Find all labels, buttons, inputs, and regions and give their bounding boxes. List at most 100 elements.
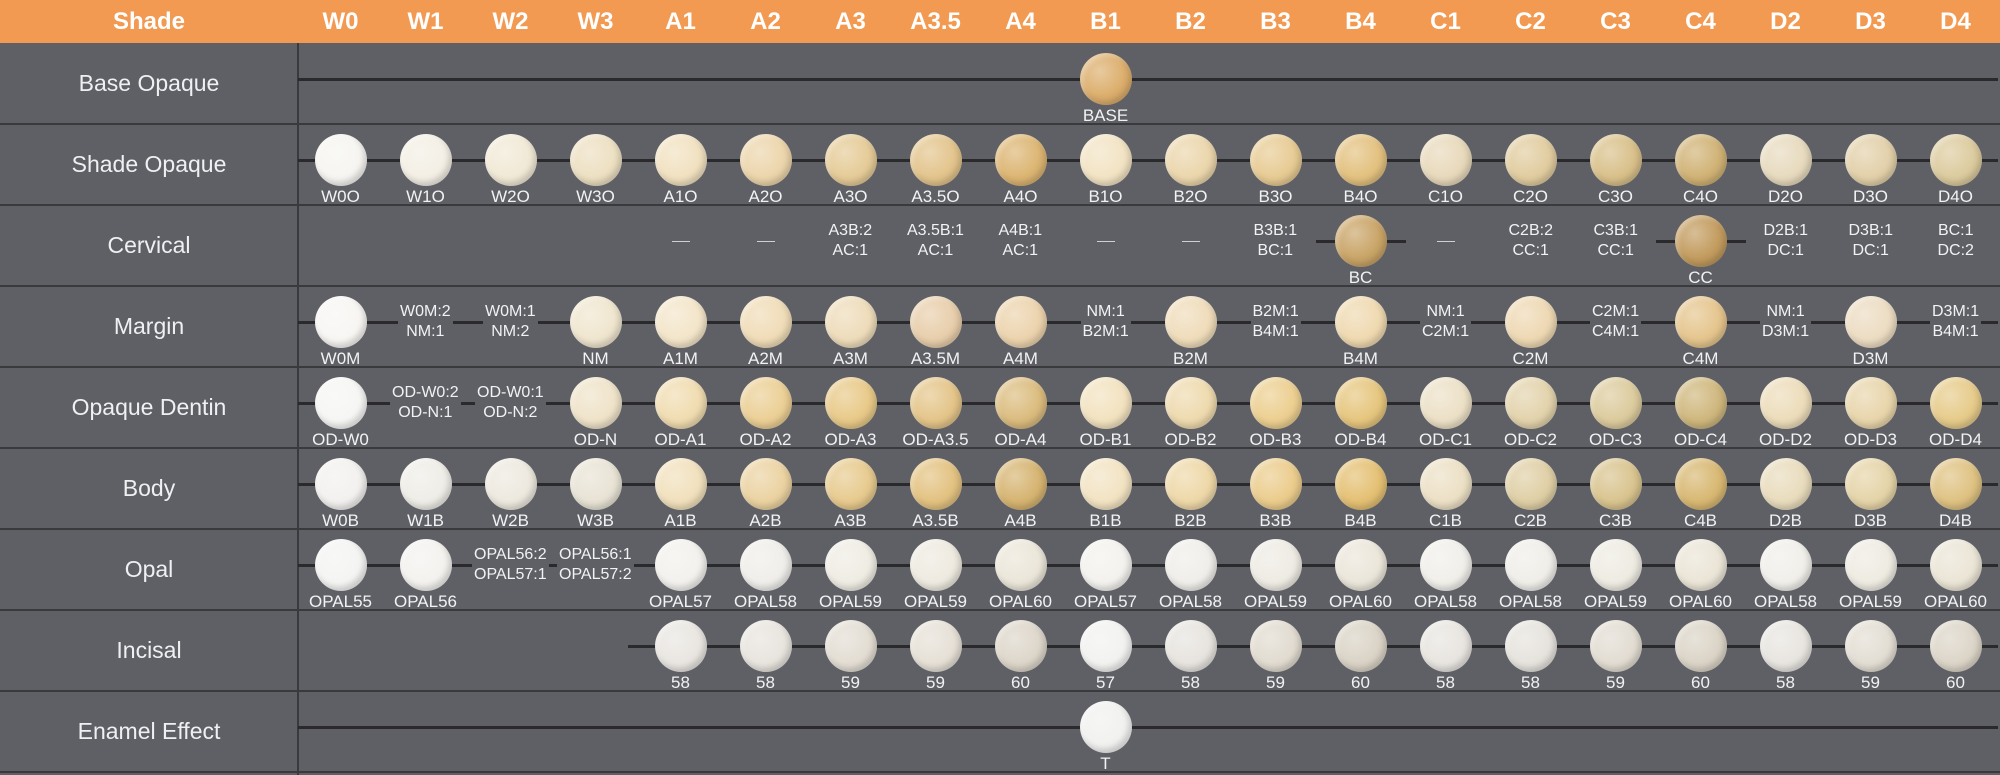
- shade-disc-od-b2[interactable]: [1164, 376, 1217, 429]
- shade-disc-od-b3[interactable]: [1249, 376, 1302, 429]
- shade-disc-d4b[interactable]: [1929, 457, 1982, 510]
- shade-disc-a2b[interactable]: [739, 457, 792, 510]
- shade-disc-c3b[interactable]: [1589, 457, 1642, 510]
- shade-disc-58[interactable]: [1419, 619, 1472, 672]
- shade-disc-59[interactable]: [909, 619, 962, 672]
- shade-disc-w0m[interactable]: [314, 295, 367, 348]
- shade-disc-od-c3[interactable]: [1589, 376, 1642, 429]
- shade-disc-w1b[interactable]: [399, 457, 452, 510]
- shade-disc-od-a3-5[interactable]: [909, 376, 962, 429]
- shade-disc-od-b1[interactable]: [1079, 376, 1132, 429]
- shade-disc-opal57[interactable]: [1079, 538, 1132, 591]
- shade-disc-c1b[interactable]: [1419, 457, 1472, 510]
- shade-disc-opal59[interactable]: [1249, 538, 1302, 591]
- shade-disc-t[interactable]: [1079, 700, 1132, 753]
- shade-disc-w1o[interactable]: [399, 133, 452, 186]
- shade-disc-c3o[interactable]: [1589, 133, 1642, 186]
- shade-disc-a3-5m[interactable]: [909, 295, 962, 348]
- shade-disc-c1o[interactable]: [1419, 133, 1472, 186]
- shade-disc-od-a1[interactable]: [654, 376, 707, 429]
- shade-disc-opal59[interactable]: [909, 538, 962, 591]
- shade-disc-opal60[interactable]: [1929, 538, 1982, 591]
- shade-disc-b2b[interactable]: [1164, 457, 1217, 510]
- shade-disc-cc[interactable]: [1674, 214, 1727, 267]
- shade-disc-d2o[interactable]: [1759, 133, 1812, 186]
- shade-disc-od-a4[interactable]: [994, 376, 1047, 429]
- shade-disc-d4o[interactable]: [1929, 133, 1982, 186]
- shade-disc-w0o[interactable]: [314, 133, 367, 186]
- shade-disc-od-c2[interactable]: [1504, 376, 1557, 429]
- shade-disc-od-a2[interactable]: [739, 376, 792, 429]
- shade-disc-bc[interactable]: [1334, 214, 1387, 267]
- shade-disc-opal58[interactable]: [1419, 538, 1472, 591]
- shade-disc-60[interactable]: [994, 619, 1047, 672]
- shade-disc-d3o[interactable]: [1844, 133, 1897, 186]
- shade-disc-w3b[interactable]: [569, 457, 622, 510]
- shade-disc-b1o[interactable]: [1079, 133, 1132, 186]
- shade-disc-a3-5o[interactable]: [909, 133, 962, 186]
- shade-disc-a4b[interactable]: [994, 457, 1047, 510]
- shade-disc-60[interactable]: [1334, 619, 1387, 672]
- shade-disc-c2m[interactable]: [1504, 295, 1557, 348]
- shade-disc-58[interactable]: [1164, 619, 1217, 672]
- shade-disc-b4m[interactable]: [1334, 295, 1387, 348]
- shade-disc-58[interactable]: [1504, 619, 1557, 672]
- shade-disc-58[interactable]: [654, 619, 707, 672]
- shade-disc-opal60[interactable]: [994, 538, 1047, 591]
- shade-disc-od-b4[interactable]: [1334, 376, 1387, 429]
- shade-disc-a4m[interactable]: [994, 295, 1047, 348]
- shade-disc-opal58[interactable]: [1759, 538, 1812, 591]
- shade-disc-60[interactable]: [1674, 619, 1727, 672]
- shade-disc-opal60[interactable]: [1334, 538, 1387, 591]
- shade-disc-b2m[interactable]: [1164, 295, 1217, 348]
- shade-disc-od-c4[interactable]: [1674, 376, 1727, 429]
- shade-disc-w0b[interactable]: [314, 457, 367, 510]
- shade-disc-w2o[interactable]: [484, 133, 537, 186]
- shade-disc-opal58[interactable]: [739, 538, 792, 591]
- shade-disc-od-d3[interactable]: [1844, 376, 1897, 429]
- shade-disc-opal59[interactable]: [1589, 538, 1642, 591]
- shade-disc-d3b[interactable]: [1844, 457, 1897, 510]
- shade-disc-b3o[interactable]: [1249, 133, 1302, 186]
- shade-disc-59[interactable]: [824, 619, 877, 672]
- shade-disc-59[interactable]: [1844, 619, 1897, 672]
- shade-disc-c4o[interactable]: [1674, 133, 1727, 186]
- shade-disc-opal59[interactable]: [1844, 538, 1897, 591]
- shade-disc-opal59[interactable]: [824, 538, 877, 591]
- shade-disc-a4o[interactable]: [994, 133, 1047, 186]
- shade-disc-opal57[interactable]: [654, 538, 707, 591]
- shade-disc-od-c1[interactable]: [1419, 376, 1472, 429]
- shade-disc-opal56[interactable]: [399, 538, 452, 591]
- shade-disc-a3o[interactable]: [824, 133, 877, 186]
- shade-disc-od-n[interactable]: [569, 376, 622, 429]
- shade-disc-a1o[interactable]: [654, 133, 707, 186]
- shade-disc-a3m[interactable]: [824, 295, 877, 348]
- shade-disc-opal60[interactable]: [1674, 538, 1727, 591]
- shade-disc-b1b[interactable]: [1079, 457, 1132, 510]
- shade-disc-b3b[interactable]: [1249, 457, 1302, 510]
- shade-disc-w3o[interactable]: [569, 133, 622, 186]
- shade-disc-a2m[interactable]: [739, 295, 792, 348]
- shade-disc-58[interactable]: [1759, 619, 1812, 672]
- shade-disc-c4m[interactable]: [1674, 295, 1727, 348]
- shade-disc-59[interactable]: [1589, 619, 1642, 672]
- shade-disc-a1m[interactable]: [654, 295, 707, 348]
- shade-disc-od-d4[interactable]: [1929, 376, 1982, 429]
- shade-disc-od-w0[interactable]: [314, 376, 367, 429]
- shade-disc-a3b[interactable]: [824, 457, 877, 510]
- shade-disc-b4o[interactable]: [1334, 133, 1387, 186]
- shade-disc-opal58[interactable]: [1164, 538, 1217, 591]
- shade-disc-base[interactable]: [1079, 52, 1132, 105]
- shade-disc-opal55[interactable]: [314, 538, 367, 591]
- shade-disc-58[interactable]: [739, 619, 792, 672]
- shade-disc-60[interactable]: [1929, 619, 1982, 672]
- shade-disc-c2b[interactable]: [1504, 457, 1557, 510]
- shade-disc-od-a3[interactable]: [824, 376, 877, 429]
- shade-disc-nm[interactable]: [569, 295, 622, 348]
- shade-disc-b4b[interactable]: [1334, 457, 1387, 510]
- shade-disc-c2o[interactable]: [1504, 133, 1557, 186]
- shade-disc-w2b[interactable]: [484, 457, 537, 510]
- shade-disc-od-d2[interactable]: [1759, 376, 1812, 429]
- shade-disc-57[interactable]: [1079, 619, 1132, 672]
- shade-disc-opal58[interactable]: [1504, 538, 1557, 591]
